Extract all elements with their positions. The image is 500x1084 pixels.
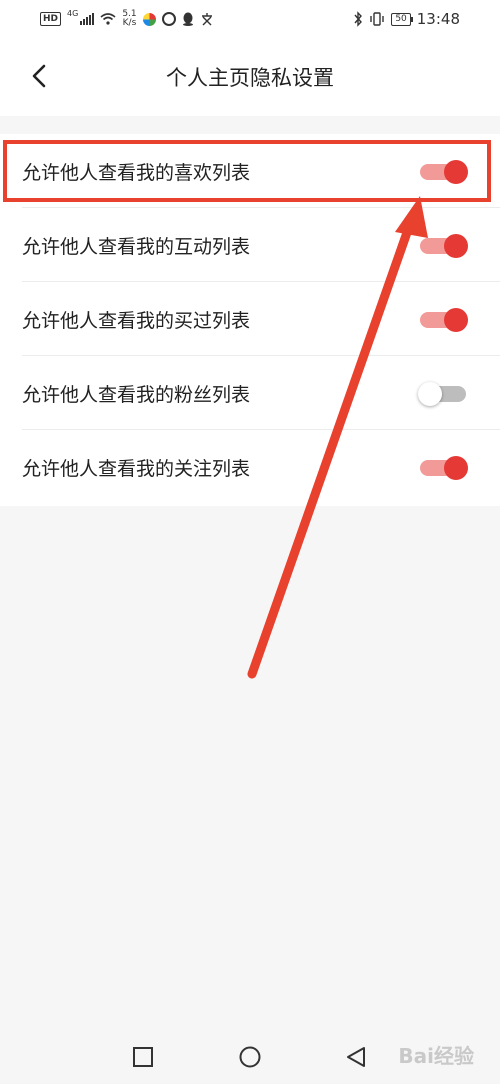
wifi-icon [100, 13, 116, 25]
purchases-toggle[interactable] [420, 308, 468, 332]
app-notification-icon [142, 12, 156, 26]
setting-label: 允许他人查看我的关注列表 [22, 458, 251, 480]
likes-toggle[interactable] [420, 160, 468, 184]
following-toggle[interactable] [420, 456, 468, 480]
setting-label: 允许他人查看我的喜欢列表 [22, 162, 251, 184]
toggle-knob [444, 234, 468, 258]
fans-toggle[interactable] [418, 382, 466, 406]
triangle-back-icon[interactable] [345, 1046, 367, 1068]
toggle-knob [444, 160, 468, 184]
setting-label: 允许他人查看我的互动列表 [22, 236, 251, 258]
setting-label: 允许他人查看我的粉丝列表 [22, 384, 251, 406]
page-title: 个人主页隐私设置 [166, 66, 334, 90]
status-bar: HD 4G 5.1 K/s 50 13:48 [0, 0, 500, 38]
toggle-knob [418, 382, 442, 406]
signal-icon [80, 13, 95, 25]
qq-icon [182, 12, 193, 26]
vibrate-icon [370, 12, 385, 26]
hd-badge: HD [40, 12, 62, 26]
setting-row-purchases: 允许他人查看我的买过列表 [0, 282, 500, 356]
text-app-icon [201, 13, 212, 26]
setting-row-likes: 允许他人查看我的喜欢列表 [0, 134, 500, 208]
toggle-knob [444, 308, 468, 332]
setting-label: 允许他人查看我的买过列表 [22, 310, 251, 332]
square-recents-icon[interactable] [132, 1046, 154, 1068]
setting-row-fans: 允许他人查看我的粉丝列表 [0, 356, 500, 430]
setting-row-interactions: 允许他人查看我的互动列表 [0, 208, 500, 282]
browser-icon [161, 12, 176, 26]
toggle-knob [444, 456, 468, 480]
network-type: 4G [67, 8, 79, 18]
circle-home-icon[interactable] [239, 1046, 261, 1068]
page-header: 个人主页隐私设置 [0, 38, 500, 116]
watermark-logo: Bai经验 [398, 1044, 474, 1068]
bluetooth-icon [354, 11, 363, 27]
network-speed: 5.1 K/s [122, 10, 136, 28]
privacy-settings-list: 允许他人查看我的喜欢列表 允许他人查看我的互动列表 允许他人查看我的买过列表 允… [0, 134, 500, 506]
battery-icon: 50 [391, 12, 414, 26]
setting-row-following: 允许他人查看我的关注列表 [0, 430, 500, 504]
status-right: 50 13:48 [353, 8, 460, 30]
interactions-toggle[interactable] [420, 234, 468, 258]
clock: 13:48 [416, 10, 460, 28]
status-left: HD 4G 5.1 K/s [40, 8, 214, 30]
speed-unit: K/s [122, 18, 137, 28]
